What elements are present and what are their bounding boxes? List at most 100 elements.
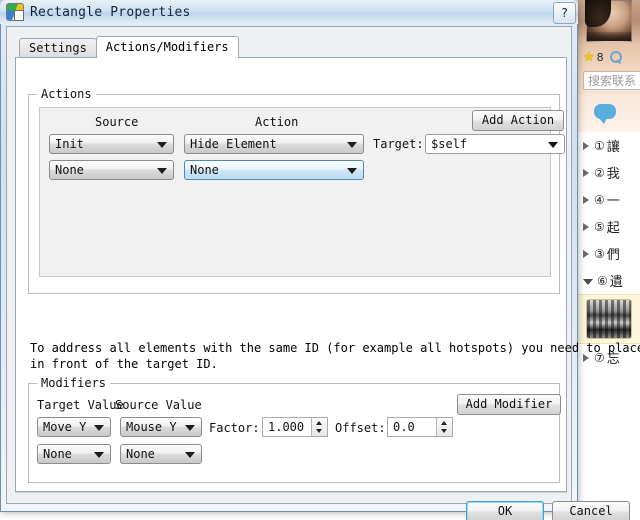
actions-group: Actions Source Action Add Action Init Hi…	[28, 87, 565, 294]
action-row-0-action-combo[interactable]: Hide Element	[184, 134, 364, 154]
chevron-right-icon[interactable]	[583, 168, 589, 177]
add-action-button[interactable]: Add Action	[472, 110, 564, 131]
offset-label: Offset:	[335, 421, 386, 435]
contact-item[interactable]	[578, 294, 640, 344]
title-bar[interactable]: Rectangle Properties ?	[0, 0, 578, 24]
chevron-right-icon[interactable]	[583, 222, 589, 231]
modifier-row-1-source-combo[interactable]: None	[120, 444, 202, 464]
target-value: $self	[431, 137, 468, 151]
chevron-right-icon[interactable]	[583, 195, 589, 204]
modifier-row-0-target-value: Move Y	[43, 420, 87, 434]
offset-value: 0.0	[393, 420, 415, 434]
action-row-0-source-value: Init	[55, 137, 84, 151]
factor-input[interactable]: 1.000	[262, 417, 328, 437]
avatar-hair	[585, 0, 611, 27]
sidebar-message-bar	[578, 94, 640, 132]
contact-group-number: ③	[594, 246, 605, 261]
sidebar-search-wrap: 搜索联系	[578, 68, 640, 94]
contact-group-name: 一	[606, 194, 620, 209]
factor-stepper-icon[interactable]	[311, 418, 327, 436]
contact-group-4[interactable]: ⑤起	[578, 213, 640, 240]
action-row-1-source-combo[interactable]: None	[49, 160, 174, 180]
modifier-row-0-source-combo[interactable]: Mouse Y	[120, 417, 202, 437]
chevron-down-icon	[185, 425, 195, 431]
modifier-row-1-target-value: None	[43, 447, 72, 461]
ok-button[interactable]: OK	[466, 501, 544, 520]
contact-group-name: 們	[606, 248, 620, 263]
tab-bar: Settings Actions/Modifiers	[19, 36, 239, 58]
contact-group-number: ②	[594, 165, 605, 180]
chevron-down-icon	[548, 142, 558, 148]
action-row-1-action-value: None	[190, 163, 219, 177]
chevron-right-icon[interactable]	[583, 249, 589, 258]
contact-group-number: ④	[594, 192, 605, 207]
offset-stepper-icon[interactable]	[436, 418, 452, 436]
chevron-down-icon	[185, 452, 195, 458]
contact-group-number: ⑥	[597, 273, 608, 288]
chevron-down-icon[interactable]	[583, 279, 593, 285]
search-icon[interactable]	[609, 50, 622, 64]
speech-bubble-icon[interactable]	[594, 104, 616, 124]
contact-group-name: 遺	[609, 275, 623, 290]
avatar[interactable]	[585, 0, 632, 42]
chevron-down-icon	[94, 425, 104, 431]
cancel-button[interactable]: Cancel	[552, 501, 630, 520]
modifier-row-0-target-combo[interactable]: Move Y	[37, 417, 111, 437]
sidebar-header	[578, 0, 640, 46]
actions-group-legend: Actions	[37, 87, 96, 101]
dialog-client-area: Settings Actions/Modifiers Actions Sourc…	[6, 26, 640, 520]
tab-panel-actions-modifiers: Actions Source Action Add Action Init Hi…	[15, 57, 640, 492]
window-title: Rectangle Properties	[30, 4, 191, 20]
action-row-1-action-combo[interactable]: None	[184, 160, 364, 180]
contact-group-list: ①讓②我④一⑤起③們⑥遺⑦忘	[578, 132, 640, 520]
modifier-row-1-source-value: None	[126, 447, 155, 461]
avatar-shoulder	[587, 32, 631, 41]
search-input[interactable]: 搜索联系	[583, 71, 640, 90]
sidebar-stat-row: ★ 8	[578, 46, 640, 68]
chevron-right-icon[interactable]	[583, 141, 589, 150]
contact-group-number: ①	[594, 138, 605, 153]
contact-group-3[interactable]: ④一	[578, 186, 640, 213]
column-header-source-value: Source Value	[115, 398, 202, 412]
modifier-row-0-source-value: Mouse Y	[126, 420, 177, 434]
tab-actions-modifiers[interactable]: Actions/Modifiers	[95, 36, 239, 58]
hint-line-2: in front of the target ID.	[30, 357, 218, 371]
modifiers-group: Modifiers Target Value Source Value Add …	[28, 376, 561, 483]
contact-group-name: 讓	[606, 140, 620, 155]
chevron-down-icon	[157, 142, 167, 148]
contact-thumbnail	[586, 299, 632, 339]
contact-group-2[interactable]: ②我	[578, 159, 640, 186]
action-row-0-source-combo[interactable]: Init	[49, 134, 174, 154]
chat-sidebar: ★ 8 搜索联系 ①讓②我④一⑤起③們⑥遺⑦忘	[578, 0, 640, 520]
contact-group-6[interactable]: ⑥遺	[578, 267, 640, 294]
contact-group-5[interactable]: ③們	[578, 240, 640, 267]
contact-group-1[interactable]: ①讓	[578, 132, 640, 159]
factor-value: 1.000	[268, 420, 305, 434]
app-icon	[6, 3, 24, 21]
column-header-action: Action	[255, 115, 299, 129]
column-header-source: Source	[95, 115, 139, 129]
contact-group-number: ⑤	[594, 219, 605, 234]
screen: ★ 8 搜索联系 ①讓②我④一⑤起③們⑥遺⑦忘 Rectangle Proper…	[0, 0, 640, 520]
chevron-down-icon	[347, 142, 357, 148]
star-icon[interactable]: ★	[583, 51, 595, 64]
modifier-row-1-target-combo[interactable]: None	[37, 444, 111, 464]
add-modifier-button[interactable]: Add Modifier	[457, 394, 561, 415]
footer-divider	[15, 492, 567, 493]
help-button[interactable]: ?	[553, 2, 576, 24]
offset-input[interactable]: 0.0	[387, 417, 453, 437]
action-row-1-source-value: None	[55, 163, 84, 177]
tab-settings[interactable]: Settings	[19, 38, 97, 58]
hint-line-1: To address all elements with the same ID…	[30, 341, 640, 355]
factor-label: Factor:	[209, 421, 260, 435]
chevron-down-icon	[157, 168, 167, 174]
target-label: Target:	[373, 137, 424, 151]
actions-rows-panel: Source Action Add Action Init Hide Eleme…	[39, 107, 565, 277]
rectangle-properties-window: Rectangle Properties ? Settings Actions/…	[0, 0, 640, 520]
chevron-down-icon	[347, 168, 357, 174]
contact-group-name: 我	[606, 167, 620, 182]
action-row-0-action-value: Hide Element	[190, 137, 277, 151]
star-count: 8	[596, 50, 604, 64]
target-combo[interactable]: $self	[425, 134, 565, 154]
chevron-down-icon	[94, 452, 104, 458]
